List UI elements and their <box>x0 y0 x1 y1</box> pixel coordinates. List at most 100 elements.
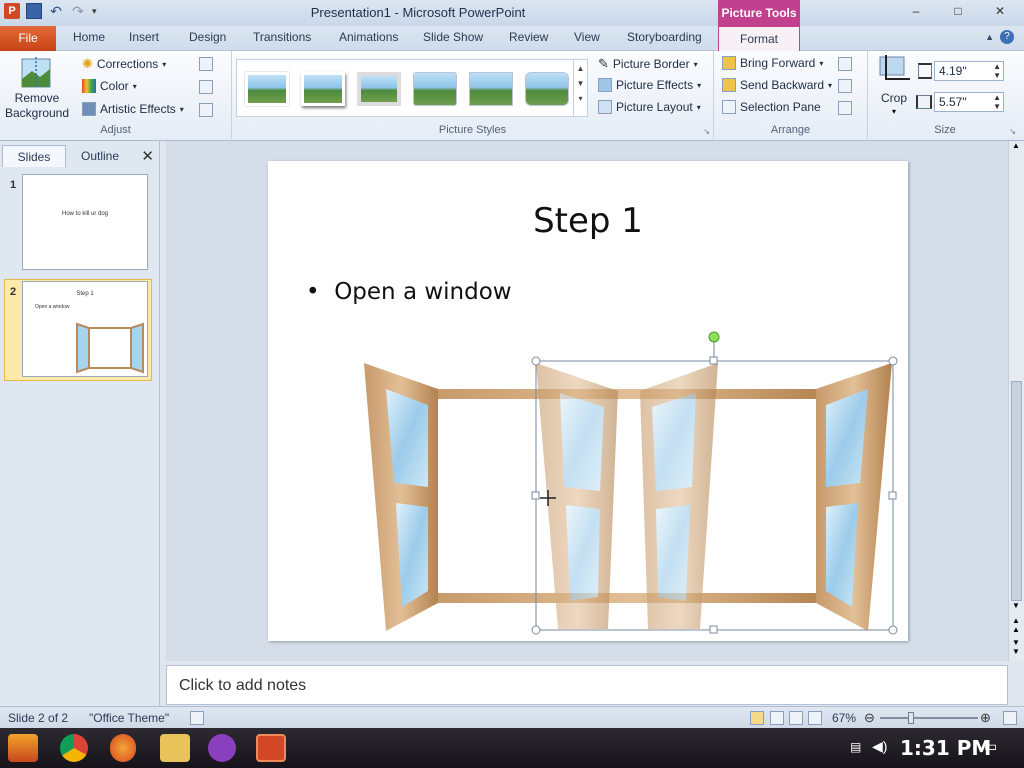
media-app-icon[interactable] <box>208 734 236 762</box>
current-slide[interactable]: Step 1 • Open a window <box>268 161 908 641</box>
artistic-effects-icon <box>82 102 96 116</box>
zoom-slider-track[interactable] <box>880 717 978 719</box>
previous-slide-icon[interactable]: ▲ ▲ <box>1012 616 1020 634</box>
start-icon[interactable] <box>8 734 38 762</box>
firefox-icon[interactable] <box>110 734 136 762</box>
powerpoint-taskbar-icon[interactable] <box>256 734 286 762</box>
tab-animations[interactable]: Animations <box>339 30 398 44</box>
tab-file[interactable]: File <box>0 26 56 51</box>
zoom-slider-thumb[interactable] <box>908 712 914 724</box>
gallery-more-icon[interactable]: ▾ <box>574 94 587 103</box>
width-spinner[interactable]: 5.57" ▲ ▼ <box>934 92 1004 112</box>
next-slide-icon[interactable]: ▼ ▼ <box>1012 638 1020 656</box>
picture-layout-button[interactable]: Picture Layout ▾ <box>598 100 701 114</box>
spin-arrows-icon[interactable]: ▲ ▼ <box>993 93 1001 111</box>
resize-handle[interactable] <box>888 356 898 366</box>
maximize-button[interactable]: □ <box>938 2 978 20</box>
reset-picture-icon[interactable] <box>199 103 213 117</box>
taskbar-clock[interactable]: 1:31 PM <box>900 736 991 760</box>
volume-icon[interactable]: ◀) <box>872 738 887 755</box>
scroll-up-icon[interactable]: ▲ <box>1012 141 1020 150</box>
gallery-down-icon[interactable]: ▼ <box>574 79 587 88</box>
style-thumb-drop-shadow[interactable] <box>301 72 345 106</box>
compress-pictures-icon[interactable] <box>199 57 213 71</box>
zoom-in-icon[interactable]: ⊕ <box>980 710 991 726</box>
vertical-scrollbar[interactable]: ▲ ▼ ▲ ▲ ▼ ▼ <box>1008 141 1024 661</box>
notifications-icon[interactable]: ▭ <box>984 738 997 755</box>
close-pane-icon[interactable]: ✕ <box>141 147 154 165</box>
window-picture-original[interactable] <box>364 363 892 631</box>
send-backward-label: Send Backward <box>740 78 825 92</box>
scroll-down-icon[interactable]: ▼ <box>1012 601 1020 610</box>
tab-view[interactable]: View <box>574 30 600 44</box>
resize-handle[interactable] <box>531 491 540 500</box>
dialog-launcher-icon[interactable]: ↘ <box>1009 127 1016 136</box>
picture-effects-button[interactable]: Picture Effects ▾ <box>598 78 701 92</box>
reading-view-icon[interactable] <box>789 711 803 725</box>
tab-transitions[interactable]: Transitions <box>253 30 311 44</box>
tab-home[interactable]: Home <box>73 30 105 44</box>
slide-show-icon[interactable] <box>808 711 822 725</box>
resize-handle[interactable] <box>531 356 541 366</box>
bring-forward-button[interactable]: Bring Forward ▾ <box>722 56 823 70</box>
crop-button[interactable]: Crop ▾ <box>874 55 914 121</box>
tab-insert[interactable]: Insert <box>129 30 159 44</box>
style-thumb-soft-edge[interactable] <box>413 72 457 106</box>
group-icon[interactable] <box>838 79 852 93</box>
rotation-handle[interactable] <box>708 331 720 343</box>
slide-thumbnail-2[interactable]: Step 1 Open a window <box>22 281 148 377</box>
picture-border-button[interactable]: ✎ Picture Border ▾ <box>598 56 698 72</box>
align-icon[interactable] <box>838 57 852 71</box>
network-icon[interactable]: ▤ <box>850 740 861 754</box>
color-button[interactable]: Color ▾ <box>82 79 137 93</box>
tab-slides[interactable]: Slides <box>2 145 66 167</box>
style-thumb-simple-frame[interactable] <box>245 72 289 106</box>
minimize-ribbon-icon[interactable]: ▲ <box>985 32 994 42</box>
gallery-up-icon[interactable]: ▲ <box>574 64 587 73</box>
arrange-group-label: Arrange <box>770 124 811 136</box>
tab-review[interactable]: Review <box>509 30 548 44</box>
resize-handle[interactable] <box>709 625 718 634</box>
corrections-icon: ✺ <box>82 56 93 71</box>
gallery-scroll[interactable]: ▲ ▼ ▾ <box>573 60 587 116</box>
spell-check-icon[interactable] <box>190 711 204 725</box>
close-button[interactable]: ✕ <box>980 2 1020 20</box>
slide-thumbnail-1[interactable]: How to kill ur dog <box>22 174 148 270</box>
bring-forward-icon <box>722 56 736 70</box>
style-thumb-thick-frame[interactable] <box>357 72 401 106</box>
tab-design[interactable]: Design <box>189 30 226 44</box>
window-picture-selected[interactable] <box>536 363 718 629</box>
tab-format[interactable]: Format <box>718 26 800 52</box>
dialog-launcher-icon[interactable]: ↘ <box>703 127 710 136</box>
selection-pane-button[interactable]: Selection Pane <box>722 100 821 114</box>
file-explorer-icon[interactable] <box>160 734 190 762</box>
notes-pane[interactable]: Click to add notes <box>166 665 1008 705</box>
spin-arrows-icon[interactable]: ▲ ▼ <box>993 62 1001 80</box>
style-thumb-reflected[interactable] <box>469 72 513 106</box>
zoom-out-icon[interactable]: ⊖ <box>864 710 875 726</box>
tab-slide-show[interactable]: Slide Show <box>423 30 483 44</box>
send-backward-button[interactable]: Send Backward ▾ <box>722 78 832 92</box>
theme-name[interactable]: "Office Theme" <box>89 711 169 725</box>
resize-handle[interactable] <box>888 491 897 500</box>
help-icon[interactable]: ? <box>1000 30 1014 44</box>
resize-handle[interactable] <box>531 625 541 635</box>
remove-background-button[interactable]: Remove Background <box>4 55 70 123</box>
zoom-level[interactable]: 67% <box>832 711 856 725</box>
fit-to-window-icon[interactable] <box>1003 711 1017 725</box>
tab-outline[interactable]: Outline <box>68 145 132 167</box>
normal-view-icon[interactable] <box>750 711 764 725</box>
change-picture-icon[interactable] <box>199 80 213 94</box>
scrollbar-thumb[interactable] <box>1011 381 1022 601</box>
slide-sorter-icon[interactable] <box>770 711 784 725</box>
resize-handle[interactable] <box>888 625 898 635</box>
height-spinner[interactable]: 4.19" ▲ ▼ <box>934 61 1004 81</box>
tab-storyboarding[interactable]: Storyboarding <box>627 30 702 44</box>
minimize-button[interactable]: – <box>896 2 936 20</box>
style-thumb-rounded[interactable] <box>525 72 569 106</box>
corrections-button[interactable]: ✺ Corrections ▾ <box>82 56 166 72</box>
artistic-effects-button[interactable]: Artistic Effects ▾ <box>82 102 184 116</box>
resize-handle[interactable] <box>709 356 718 365</box>
rotate-icon[interactable] <box>838 101 852 115</box>
chrome-icon[interactable] <box>60 734 88 762</box>
